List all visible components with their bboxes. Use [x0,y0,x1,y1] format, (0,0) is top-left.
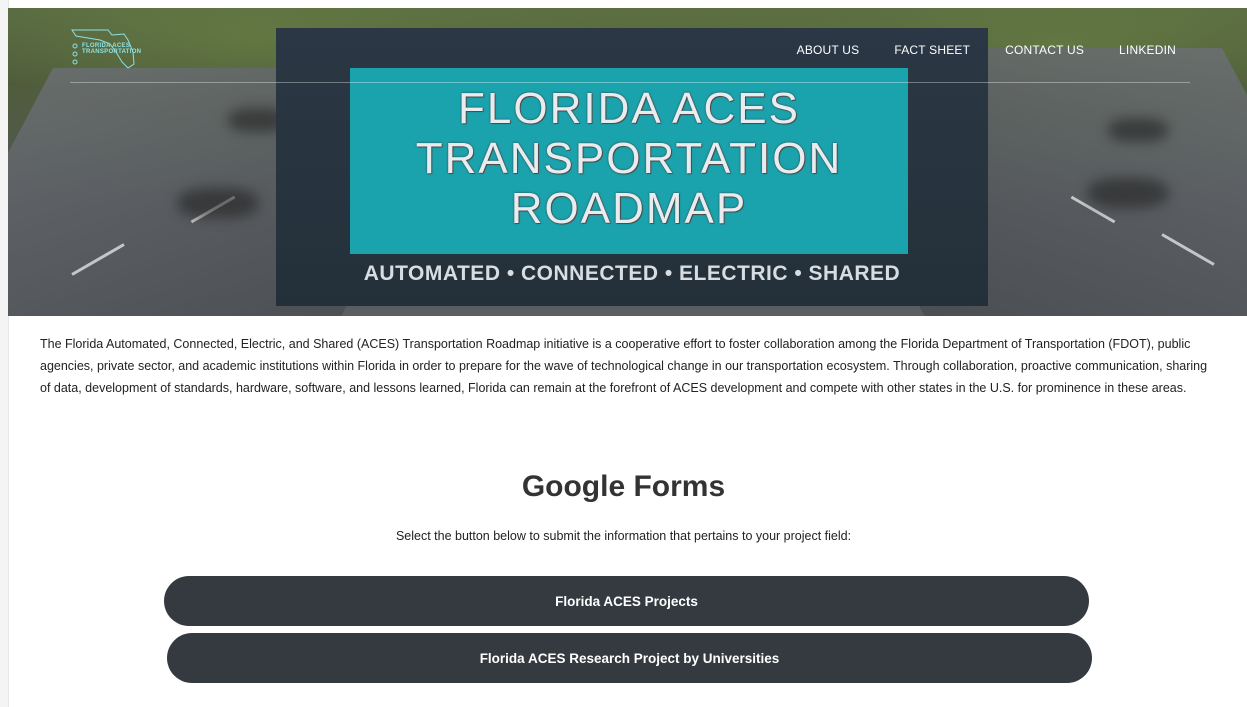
hero-car-blur [178,188,258,218]
hero-section: FLORIDA ACES TRANSPORTATION ROADMAP AUTO… [8,8,1247,316]
banner-title-line: TRANSPORTATION [415,134,843,183]
banner-title: FLORIDA ACES TRANSPORTATION ROADMAP [350,84,908,234]
florida-aces-research-projects-button[interactable]: Florida ACES Research Project by Univers… [167,633,1092,683]
banner-title-line: ROADMAP [510,184,748,233]
google-forms-subtitle: Select the button below to submit the in… [395,529,852,543]
florida-aces-projects-button[interactable]: Florida ACES Projects [164,576,1089,626]
nav-link-fact-sheet[interactable]: FACT SHEET [894,43,970,57]
nav-links: ABOUT US FACT SHEET CONTACT US LINKEDIN [797,43,1176,57]
page: FLORIDA ACES TRANSPORTATION ROADMAP AUTO… [0,0,1247,707]
hero-car-blur [1088,178,1168,208]
top-navigation: FLORIDA ACES TRANSPORTATION ABOUT US FAC… [70,16,1190,83]
banner-title-line: FLORIDA ACES [458,84,800,133]
hero-car-blur [1108,118,1168,142]
nav-link-linkedin[interactable]: LINKEDIN [1119,43,1176,57]
logo-text: FLORIDA ACES TRANSPORTATION [82,43,142,55]
nav-link-about-us[interactable]: ABOUT US [797,43,860,57]
nav-link-contact-us[interactable]: CONTACT US [1005,43,1084,57]
banner-tagline: AUTOMATED • CONNECTED • ELECTRIC • SHARE… [363,262,901,285]
site-logo[interactable]: FLORIDA ACES TRANSPORTATION [70,26,142,70]
intro-paragraph: The Florida Automated, Connected, Electr… [40,337,1208,395]
google-forms-heading: Google Forms [521,470,726,503]
